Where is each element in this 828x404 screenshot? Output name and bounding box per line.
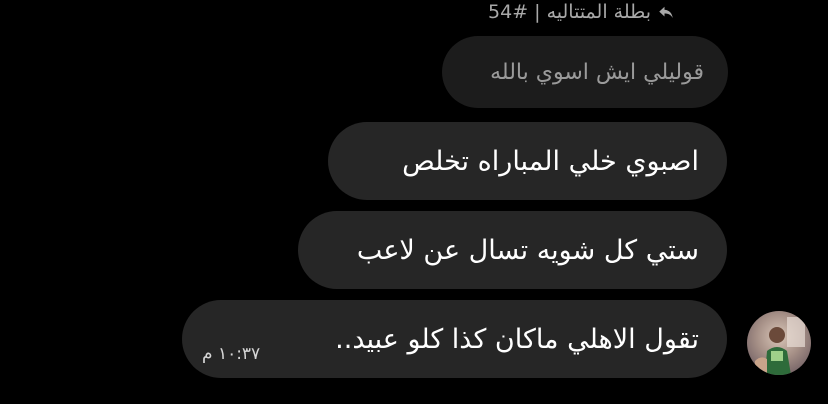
message-bubble[interactable]: اصبوي خلي المباراه تخلص: [328, 122, 727, 200]
profile-avatar-icon: [755, 317, 805, 375]
message-bubble[interactable]: تقول الاهلي ماكان كذا كلو عبيد.. ١٠:٣٧ م: [182, 300, 727, 378]
message-timestamp: ١٠:٣٧ م: [202, 344, 261, 364]
reply-label: بطلة المتتاليه | #54: [488, 1, 651, 23]
quoted-message-bubble[interactable]: قوليلي ايش اسوي بالله: [442, 36, 728, 108]
quoted-message-text: قوليلي ايش اسوي بالله: [490, 59, 704, 85]
message-bubble[interactable]: ستي كل شويه تسال عن لاعب: [298, 211, 727, 289]
message-text: اصبوي خلي المباراه تخلص: [402, 145, 699, 177]
message-text: تقول الاهلي ماكان كذا كلو عبيد..: [335, 323, 699, 355]
sender-avatar[interactable]: [747, 311, 811, 375]
reply-header[interactable]: بطلة المتتاليه | #54: [488, 0, 708, 24]
message-text: ستي كل شويه تسال عن لاعب: [356, 234, 699, 266]
reply-arrow-icon: [657, 3, 675, 21]
